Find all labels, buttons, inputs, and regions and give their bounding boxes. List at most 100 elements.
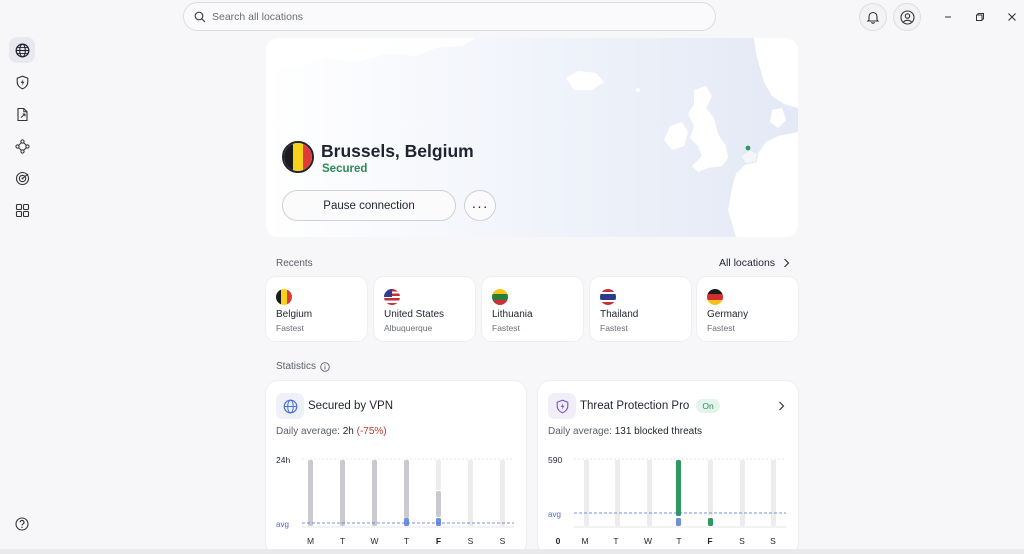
day-label: M bbox=[581, 536, 588, 546]
lithuania-flag-icon bbox=[492, 289, 508, 305]
more-options-button[interactable]: ··· bbox=[464, 190, 496, 221]
globe-icon bbox=[283, 399, 297, 413]
sidebar-item-threat-protection[interactable] bbox=[9, 69, 35, 95]
file-arrow-icon bbox=[16, 107, 28, 121]
all-locations-link[interactable]: All locations bbox=[719, 257, 790, 269]
vpn-daily-average: Daily average: 2h (-75%) bbox=[276, 426, 387, 437]
vpn-weekly-chart: 24h avg M T W T F S S bbox=[276, 455, 514, 546]
threat-stat-icon-box bbox=[548, 393, 576, 419]
pause-connection-button[interactable]: Pause connection bbox=[282, 190, 456, 221]
day-label: S bbox=[770, 536, 776, 546]
account-button[interactable] bbox=[893, 3, 921, 31]
threat-daily-average-value: 131 blocked threats bbox=[614, 426, 702, 437]
chevron-right-icon[interactable] bbox=[778, 401, 785, 411]
recent-location-sub: Fastest bbox=[600, 323, 628, 333]
recent-location-name: United States bbox=[384, 309, 445, 320]
help-circle-icon[interactable] bbox=[15, 517, 29, 531]
recents-label: Recents bbox=[276, 258, 313, 269]
chart-bar bbox=[500, 460, 505, 526]
chart-bar-segment bbox=[708, 518, 713, 526]
search-bar[interactable] bbox=[183, 2, 716, 31]
globe-icon bbox=[15, 43, 29, 57]
vpn-avg-label: avg bbox=[276, 520, 289, 529]
all-locations-label: All locations bbox=[719, 257, 776, 269]
belgium-flag-icon bbox=[276, 289, 292, 305]
vpn-stat-title: Secured by VPN bbox=[308, 400, 394, 412]
chart-bar-segment bbox=[676, 518, 681, 526]
restore-button[interactable] bbox=[971, 8, 989, 26]
bell-icon bbox=[866, 11, 880, 24]
germany-flag-icon bbox=[707, 289, 723, 305]
threat-y-zero-label: 0 bbox=[556, 536, 561, 546]
notifications-button[interactable] bbox=[859, 3, 887, 31]
threat-protection-card[interactable]: Threat Protection Pro On Daily average: … bbox=[538, 381, 798, 554]
recent-location-name: Germany bbox=[707, 309, 749, 320]
sidebar-item-meshnet[interactable] bbox=[9, 133, 35, 159]
shield-lightning-icon bbox=[556, 399, 568, 413]
recent-location-name: Thailand bbox=[600, 309, 639, 320]
chart-bar bbox=[584, 460, 589, 526]
close-icon bbox=[1008, 13, 1016, 21]
day-label: T bbox=[613, 536, 618, 546]
more-icon: ··· bbox=[471, 197, 489, 214]
vpn-daily-average-change: (-75%) bbox=[356, 426, 387, 437]
chart-bar bbox=[615, 460, 620, 526]
sidebar-item-dark-web-monitor[interactable] bbox=[9, 165, 35, 191]
day-label: S bbox=[739, 536, 745, 546]
recent-location-card[interactable]: Germany Fastest bbox=[697, 277, 798, 341]
sidebar bbox=[0, 34, 44, 554]
united-states-flag-icon bbox=[384, 289, 400, 305]
close-button[interactable] bbox=[1003, 8, 1021, 26]
threat-y-top-label: 590 bbox=[548, 455, 562, 465]
recent-location-card[interactable]: Lithuania Fastest bbox=[482, 277, 583, 341]
threat-daily-average-label: Daily average: bbox=[548, 426, 612, 437]
chart-bar-segment bbox=[436, 491, 441, 517]
minimize-button[interactable] bbox=[939, 8, 957, 26]
top-bar bbox=[0, 0, 1024, 34]
threat-stat-title: Threat Protection Pro bbox=[580, 400, 690, 412]
day-label: W bbox=[370, 536, 378, 546]
chart-bar bbox=[372, 460, 377, 526]
chart-bar bbox=[771, 460, 776, 526]
minimize-icon bbox=[945, 16, 951, 18]
recent-location-sub: Fastest bbox=[276, 323, 304, 333]
thailand-flag-icon bbox=[600, 289, 616, 305]
recent-location-sub: Albuquerque bbox=[384, 323, 433, 333]
statistics-label: Statistics bbox=[276, 361, 317, 372]
recent-location-card[interactable]: Belgium Fastest bbox=[266, 277, 367, 341]
sidebar-item-vpn[interactable] bbox=[9, 37, 35, 63]
info-icon[interactable] bbox=[320, 361, 330, 372]
chart-bar bbox=[404, 460, 409, 518]
belgium-flag-icon bbox=[282, 141, 314, 173]
day-label: T bbox=[676, 536, 681, 546]
day-label: T bbox=[404, 536, 409, 546]
chart-bar bbox=[676, 460, 681, 516]
vpn-daily-average-value: 2h bbox=[342, 426, 354, 437]
day-label: S bbox=[500, 536, 506, 546]
chevron-right-icon bbox=[784, 258, 790, 268]
recent-location-card[interactable]: Thailand Fastest bbox=[590, 277, 691, 341]
search-input[interactable] bbox=[212, 10, 692, 23]
recent-location-name: Lithuania bbox=[492, 309, 533, 320]
day-label: F bbox=[707, 536, 712, 546]
sidebar-item-file-sharing[interactable] bbox=[9, 101, 35, 127]
threat-avg-label: avg bbox=[548, 510, 561, 519]
day-label: W bbox=[644, 536, 652, 546]
chart-bar bbox=[740, 460, 745, 526]
vpn-stat-icon-box bbox=[276, 393, 304, 419]
restore-icon bbox=[976, 13, 984, 21]
chart-bar bbox=[436, 460, 441, 490]
sidebar-item-apps[interactable] bbox=[9, 197, 35, 223]
threat-weekly-chart: 590 avg 0 M T W T F S S bbox=[548, 455, 786, 546]
recent-location-card[interactable]: United States Albuquerque bbox=[374, 277, 475, 341]
chart-bar bbox=[468, 460, 473, 526]
connection-status: Secured bbox=[322, 163, 368, 175]
bottom-edge bbox=[0, 549, 1024, 554]
day-label: M bbox=[307, 536, 314, 546]
recent-location-sub: Fastest bbox=[492, 323, 520, 333]
day-label: F bbox=[436, 536, 441, 546]
secured-by-vpn-card[interactable]: Secured by VPN Daily average: 2h (-75%) … bbox=[266, 381, 526, 554]
day-label: T bbox=[340, 536, 345, 546]
chart-bar bbox=[708, 460, 713, 516]
user-circle-icon bbox=[899, 9, 915, 25]
